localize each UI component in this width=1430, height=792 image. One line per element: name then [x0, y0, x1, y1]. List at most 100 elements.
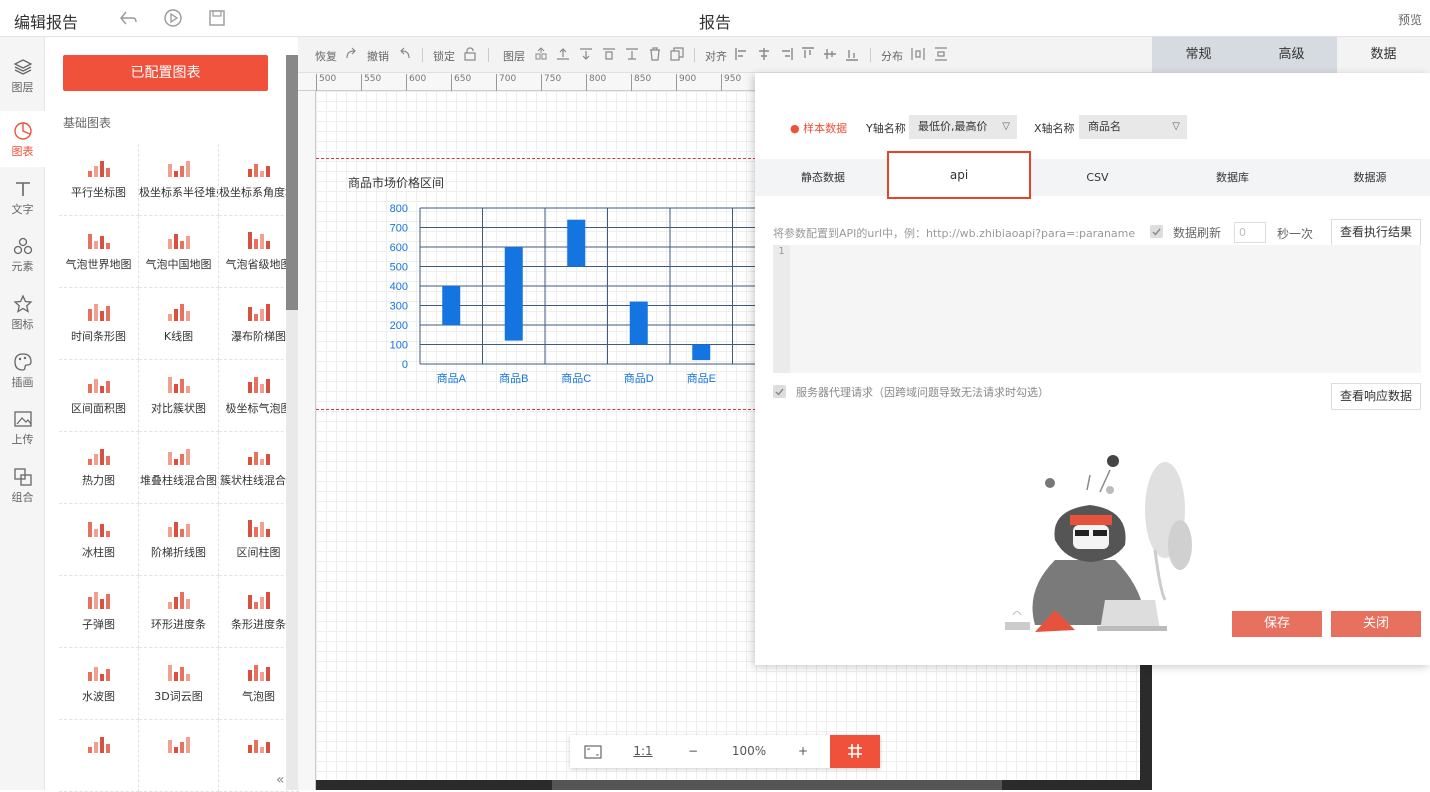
chart-type-item[interactable]: 3D词云图: [139, 648, 219, 720]
chart-type-label: K线图: [163, 330, 194, 343]
property-tabs: 常规 高级 数据: [1152, 37, 1430, 73]
tab-database[interactable]: 数据库: [1180, 159, 1285, 196]
chart-type-item[interactable]: K线图: [139, 288, 219, 360]
nav-item-upload[interactable]: 上传: [0, 399, 45, 455]
bar[interactable]: [692, 344, 711, 361]
chart-type-icon: [167, 161, 190, 177]
align-bottom-icon[interactable]: [845, 47, 859, 61]
bar[interactable]: [504, 247, 523, 341]
undo-button[interactable]: 撤销: [367, 48, 389, 64]
undo-icon[interactable]: [398, 47, 412, 61]
x-axis-value: 商品名: [1088, 120, 1121, 133]
horizontal-scrollbar-thumb[interactable]: [552, 780, 1002, 790]
layer-up-icon[interactable]: [534, 47, 548, 61]
layer-down-icon[interactable]: [579, 47, 593, 61]
copy-icon[interactable]: [670, 47, 684, 61]
chart-type-item[interactable]: 对比簇状图: [139, 360, 219, 432]
back-icon[interactable]: [118, 8, 138, 28]
refresh-interval-input[interactable]: 0: [1234, 222, 1266, 243]
panel-scrollbar-thumb[interactable]: [286, 55, 298, 310]
redo-icon[interactable]: [344, 47, 358, 61]
nav-item-illustrations[interactable]: 插画: [0, 342, 45, 398]
tab-api[interactable]: api: [887, 151, 1031, 199]
layer-stack-icon[interactable]: [625, 47, 639, 61]
api-code-editor[interactable]: [773, 245, 1421, 373]
chart-type-label: 平行坐标图: [71, 186, 126, 199]
align-right-icon[interactable]: [779, 47, 793, 61]
tab-csv[interactable]: CSV: [1045, 159, 1150, 196]
align-middle-icon[interactable]: [823, 47, 837, 61]
chart-type-item[interactable]: 时间条形图: [59, 288, 139, 360]
nav-item-group[interactable]: 组合: [0, 457, 45, 513]
nav-item-charts[interactable]: 图表: [0, 111, 45, 167]
proxy-label: 服务器代理请求（因跨域问题导致无法请求时勾选）: [796, 386, 1049, 399]
align-top-icon[interactable]: [801, 47, 815, 61]
bar-chart[interactable]: 0 100 200 300 400 500 600 700 800 商品A 商品B 商品C 商品D 商品E: [380, 198, 756, 393]
layer-bottom-icon[interactable]: [602, 47, 616, 61]
play-icon[interactable]: [163, 8, 183, 28]
nav-item-elements[interactable]: 元素: [0, 226, 45, 282]
actual-size-button[interactable]: 1:1: [620, 735, 666, 768]
tab-advanced[interactable]: 高级: [1245, 37, 1338, 73]
save-icon[interactable]: [207, 8, 227, 28]
tab-normal[interactable]: 常规: [1152, 37, 1245, 73]
chart-type-item[interactable]: 子弹图: [59, 576, 139, 648]
close-button[interactable]: 关闭: [1331, 611, 1421, 637]
chart-type-item[interactable]: 环形进度条: [139, 576, 219, 648]
chart-type-item[interactable]: 极坐标系半径堆叠图: [139, 144, 219, 216]
refresh-checkbox[interactable]: [1150, 225, 1163, 238]
y-axis-select[interactable]: 最低价,最高价 ▽: [909, 115, 1017, 139]
tab-datasource[interactable]: 数据源: [1320, 159, 1420, 196]
layer-top-icon[interactable]: [556, 47, 570, 61]
elements-icon: [13, 237, 32, 255]
chart-type-item[interactable]: 平行坐标图: [59, 144, 139, 216]
bar[interactable]: [442, 286, 461, 325]
fit-screen-icon[interactable]: [570, 735, 616, 768]
align-button[interactable]: 对齐: [705, 48, 727, 64]
tab-data[interactable]: 数据: [1337, 37, 1430, 73]
chart-type-item[interactable]: 水波图: [59, 648, 139, 720]
nav-item-icons[interactable]: 图标: [0, 284, 45, 340]
save-button[interactable]: 保存: [1232, 611, 1322, 637]
grid-toggle-button[interactable]: [830, 735, 880, 768]
nav-item-text[interactable]: 文字: [0, 169, 45, 225]
data-source-tabs: 静态数据 CSV 数据库 数据源: [755, 159, 1430, 196]
preview-button[interactable]: 预览: [1398, 11, 1422, 28]
chart-type-item[interactable]: 热力图: [59, 432, 139, 504]
configured-charts-button[interactable]: 已配置图表: [63, 55, 268, 91]
distribute-button[interactable]: 分布: [881, 48, 903, 64]
proxy-checkbox[interactable]: [773, 385, 786, 398]
collapse-panel-icon[interactable]: «: [276, 772, 285, 788]
zoom-in-button[interactable]: +: [780, 735, 826, 768]
align-center-h-icon[interactable]: [757, 47, 771, 61]
chart-type-item[interactable]: 气泡中国地图: [139, 216, 219, 288]
align-left-icon[interactable]: [735, 47, 749, 61]
view-response-button[interactable]: 查看响应数据: [1331, 383, 1421, 410]
delete-icon[interactable]: [648, 47, 662, 61]
chart-type-item[interactable]: 冰柱图: [59, 504, 139, 576]
restore-button[interactable]: 恢复: [315, 48, 337, 64]
x-axis-select[interactable]: 商品名 ▽: [1079, 115, 1187, 139]
lock-icon[interactable]: [463, 47, 477, 61]
grid-icon: [848, 744, 862, 758]
chart-type-item[interactable]: [139, 720, 219, 792]
chart-type-item[interactable]: 区间面积图: [59, 360, 139, 432]
chart-type-item[interactable]: 阶梯折线图: [139, 504, 219, 576]
ruler-tick-label: 800: [586, 74, 606, 91]
bar[interactable]: [567, 219, 586, 267]
chart-type-item[interactable]: 堆叠柱线混合图: [139, 432, 219, 504]
chart-type-item[interactable]: 气泡世界地图: [59, 216, 139, 288]
zoom-out-button[interactable]: −: [670, 735, 716, 768]
bar[interactable]: [629, 301, 648, 345]
lock-button[interactable]: 锁定: [433, 48, 455, 64]
section-label: 基础图表: [63, 116, 112, 130]
distribute-v-icon[interactable]: [934, 47, 948, 61]
zoom-level: 100%: [731, 744, 767, 758]
view-result-button[interactable]: 查看执行结果: [1331, 219, 1421, 246]
nav-item-layers[interactable]: 图层: [0, 47, 45, 103]
chart-type-label: 环形进度条: [151, 618, 206, 631]
layer-button[interactable]: 图层: [503, 48, 525, 64]
distribute-h-icon[interactable]: [911, 47, 925, 61]
tab-static-data[interactable]: 静态数据: [769, 159, 877, 196]
chart-type-item[interactable]: [59, 720, 139, 792]
